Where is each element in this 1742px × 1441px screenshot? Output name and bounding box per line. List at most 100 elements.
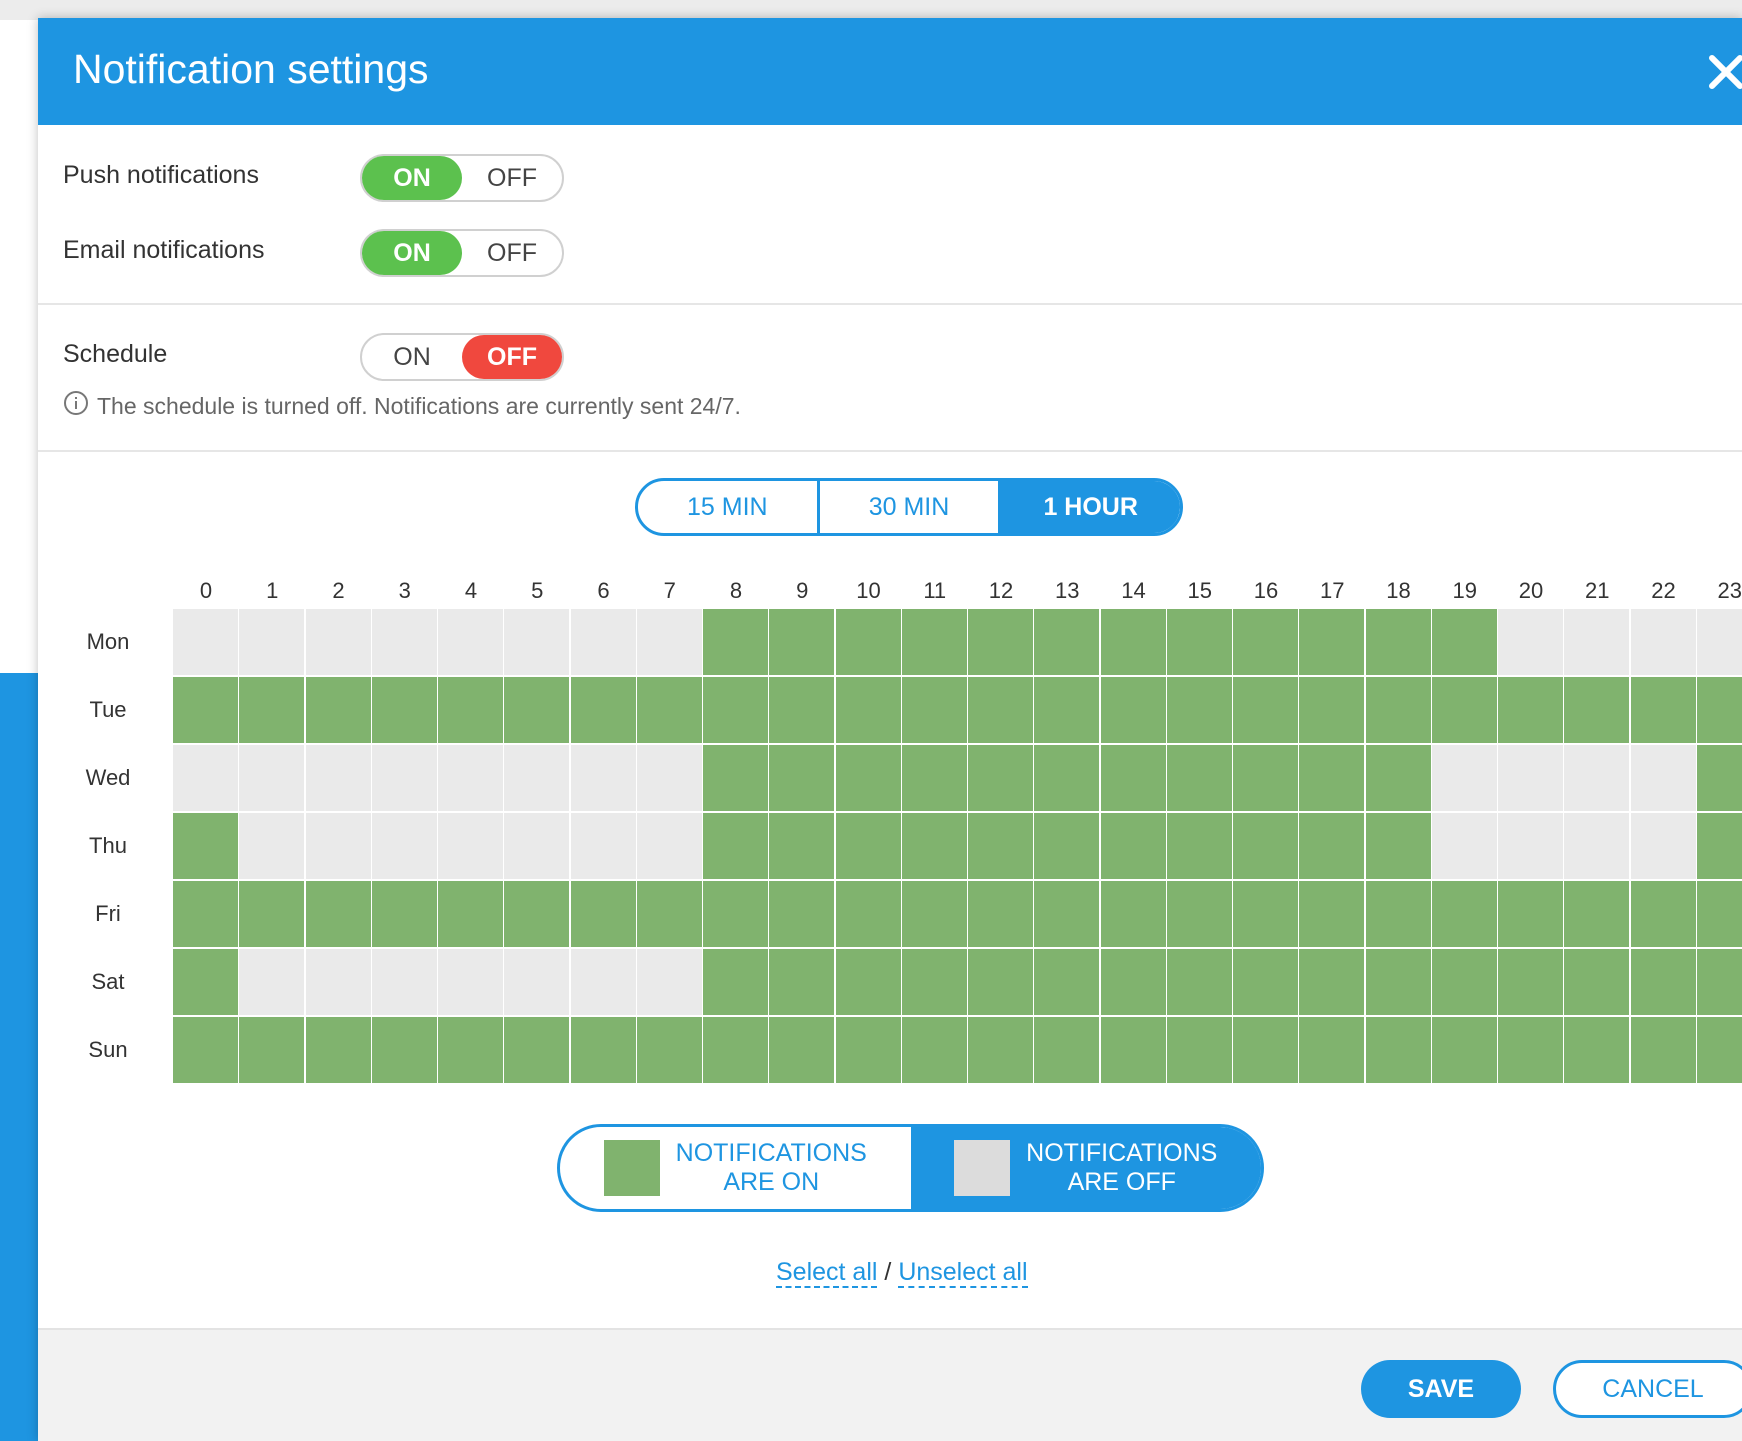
schedule-cell[interactable]: [305, 745, 371, 811]
schedule-cell[interactable]: [1365, 949, 1431, 1015]
schedule-cell[interactable]: [1498, 1017, 1563, 1083]
schedule-cell[interactable]: [305, 881, 371, 947]
schedule-cell[interactable]: [1233, 745, 1298, 811]
schedule-cell[interactable]: [239, 813, 305, 879]
schedule-cell[interactable]: [1365, 745, 1431, 811]
schedule-cell[interactable]: [636, 677, 702, 743]
schedule-cell[interactable]: [239, 1017, 305, 1083]
close-icon[interactable]: [1706, 52, 1742, 92]
schedule-cell[interactable]: [1034, 813, 1100, 879]
schedule-cell[interactable]: [703, 745, 768, 811]
push-off-option[interactable]: OFF: [462, 156, 562, 200]
schedule-cell[interactable]: [1299, 1017, 1365, 1083]
schedule-cell[interactable]: [1166, 813, 1232, 879]
schedule-cell[interactable]: [1100, 609, 1166, 675]
schedule-cell[interactable]: [1498, 609, 1563, 675]
schedule-cell[interactable]: [1498, 949, 1563, 1015]
schedule-cell[interactable]: [835, 949, 901, 1015]
schedule-cell[interactable]: [1166, 1017, 1232, 1083]
schedule-cell[interactable]: [1696, 813, 1742, 879]
schedule-cell[interactable]: [1166, 745, 1232, 811]
schedule-cell[interactable]: [769, 609, 835, 675]
schedule-cell[interactable]: [1100, 677, 1166, 743]
schedule-cell[interactable]: [901, 745, 967, 811]
schedule-cell[interactable]: [901, 881, 967, 947]
schedule-cell[interactable]: [1696, 949, 1742, 1015]
schedule-cell[interactable]: [1630, 881, 1696, 947]
schedule-cell[interactable]: [1696, 677, 1742, 743]
schedule-cell[interactable]: [1233, 677, 1298, 743]
schedule-cell[interactable]: [305, 949, 371, 1015]
schedule-cell[interactable]: [173, 609, 238, 675]
schedule-cell[interactable]: [504, 609, 570, 675]
schedule-cell[interactable]: [173, 881, 238, 947]
schedule-cell[interactable]: [901, 949, 967, 1015]
schedule-cell[interactable]: [1233, 609, 1298, 675]
schedule-cell[interactable]: [1431, 949, 1497, 1015]
schedule-cell[interactable]: [835, 813, 901, 879]
legend-toggle[interactable]: NOTIFICATIONS ARE ON NOTIFICATIONS ARE O…: [557, 1124, 1264, 1212]
schedule-cell[interactable]: [239, 949, 305, 1015]
schedule-cell[interactable]: [1431, 813, 1497, 879]
schedule-cell[interactable]: [1431, 745, 1497, 811]
schedule-cell[interactable]: [239, 745, 305, 811]
schedule-cell[interactable]: [305, 677, 371, 743]
schedule-cell[interactable]: [1431, 1017, 1497, 1083]
schedule-cell[interactable]: [1696, 1017, 1742, 1083]
schedule-cell[interactable]: [570, 813, 636, 879]
schedule-cell[interactable]: [1365, 609, 1431, 675]
schedule-cell[interactable]: [504, 745, 570, 811]
schedule-cell[interactable]: [371, 949, 437, 1015]
schedule-cell[interactable]: [1034, 609, 1100, 675]
schedule-cell[interactable]: [570, 881, 636, 947]
schedule-cell[interactable]: [1034, 881, 1100, 947]
schedule-cell[interactable]: [835, 745, 901, 811]
schedule-cell[interactable]: [703, 881, 768, 947]
schedule-cell[interactable]: [1100, 813, 1166, 879]
schedule-cell[interactable]: [504, 949, 570, 1015]
schedule-cell[interactable]: [173, 745, 238, 811]
schedule-toggle[interactable]: ON OFF: [360, 333, 564, 381]
schedule-cell[interactable]: [769, 677, 835, 743]
schedule-cell[interactable]: [703, 813, 768, 879]
schedule-cell[interactable]: [239, 881, 305, 947]
schedule-cell[interactable]: [1166, 677, 1232, 743]
schedule-cell[interactable]: [504, 677, 570, 743]
schedule-cell[interactable]: [968, 609, 1033, 675]
schedule-cell[interactable]: [173, 949, 238, 1015]
schedule-cell[interactable]: [769, 881, 835, 947]
schedule-on-option[interactable]: ON: [362, 335, 462, 379]
schedule-cell[interactable]: [968, 949, 1033, 1015]
interval-30-min[interactable]: 30 MIN: [816, 481, 999, 533]
schedule-cell[interactable]: [1233, 1017, 1298, 1083]
schedule-off-option[interactable]: OFF: [462, 335, 562, 379]
schedule-cell[interactable]: [1564, 813, 1630, 879]
schedule-cell[interactable]: [1299, 949, 1365, 1015]
schedule-cell[interactable]: [769, 813, 835, 879]
schedule-cell[interactable]: [173, 813, 238, 879]
schedule-cell[interactable]: [835, 881, 901, 947]
schedule-cell[interactable]: [438, 745, 503, 811]
schedule-cell[interactable]: [636, 609, 702, 675]
schedule-cell[interactable]: [968, 881, 1033, 947]
schedule-cell[interactable]: [239, 609, 305, 675]
schedule-cell[interactable]: [1498, 677, 1563, 743]
cancel-button[interactable]: CANCEL: [1553, 1360, 1742, 1418]
unselect-all-link[interactable]: Unselect all: [898, 1258, 1028, 1288]
schedule-cell[interactable]: [1564, 677, 1630, 743]
schedule-cell[interactable]: [1034, 949, 1100, 1015]
schedule-cell[interactable]: [636, 881, 702, 947]
schedule-cell[interactable]: [371, 1017, 437, 1083]
schedule-cell[interactable]: [703, 609, 768, 675]
schedule-cell[interactable]: [371, 609, 437, 675]
schedule-cell[interactable]: [1166, 881, 1232, 947]
interval-1-hour[interactable]: 1 HOUR: [998, 481, 1180, 533]
schedule-cell[interactable]: [1630, 609, 1696, 675]
push-on-option[interactable]: ON: [362, 156, 462, 200]
schedule-cell[interactable]: [305, 609, 371, 675]
schedule-cell[interactable]: [570, 949, 636, 1015]
schedule-cell[interactable]: [636, 745, 702, 811]
schedule-cell[interactable]: [305, 1017, 371, 1083]
schedule-cell[interactable]: [1166, 949, 1232, 1015]
schedule-cell[interactable]: [901, 813, 967, 879]
